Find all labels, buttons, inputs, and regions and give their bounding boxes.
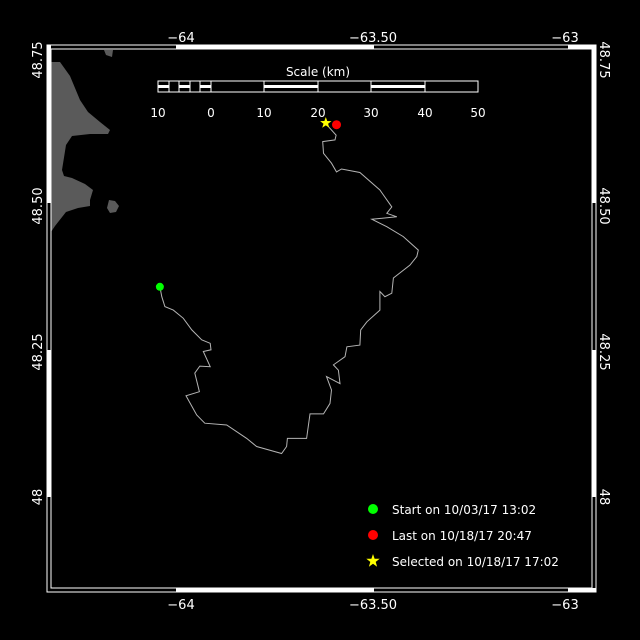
frame-bar-left	[47, 350, 51, 497]
coastline-land	[51, 62, 110, 232]
scale-label: 40	[417, 106, 432, 120]
scale-bar-title: Scale (km)	[286, 65, 350, 79]
lon-labels-bottom: −64 −63.50 −63	[167, 598, 578, 613]
yellow-star-icon	[366, 554, 380, 567]
scale-bar-stripe	[158, 85, 169, 88]
lon-label: −63	[551, 31, 578, 46]
scale-label: 0	[207, 106, 215, 120]
lon-label: −63.50	[349, 598, 397, 613]
land-islet	[104, 50, 113, 57]
scale-label: 10	[150, 106, 165, 120]
scale-bar-stripe	[200, 85, 211, 88]
scale-label: 30	[363, 106, 378, 120]
island	[107, 200, 119, 213]
last-marker[interactable]	[332, 120, 342, 130]
frame-bar-bottom	[176, 588, 374, 592]
frame-bar-bottom	[568, 588, 596, 592]
land	[51, 50, 119, 232]
legend-last-label: Last on 10/18/17 20:47	[392, 529, 532, 543]
legend-start-label: Start on 10/03/17 13:02	[392, 503, 536, 517]
scale-bar: Scale (km) 10 0 10 20 30 40 50	[150, 65, 485, 120]
lat-label: 48.50	[31, 187, 46, 224]
map-canvas[interactable]: −64 −63.50 −63 −64 −63.50 −63 48.75 48.5…	[0, 0, 640, 640]
scale-bar-stripe	[371, 85, 425, 88]
frame-bar-left	[47, 45, 51, 203]
lat-label: 48.75	[596, 41, 611, 78]
lon-label: −63	[551, 598, 578, 613]
lat-labels-left: 48.75 48.50 48.25 48	[31, 41, 46, 505]
lon-label: −63.50	[349, 31, 397, 46]
lon-labels-top: −64 −63.50 −63	[167, 31, 578, 46]
start-marker[interactable]	[155, 282, 164, 291]
lon-label: −64	[167, 598, 194, 613]
lat-label: 48	[31, 489, 46, 506]
scale-bar-stripe	[179, 85, 190, 88]
scale-label: 50	[470, 106, 485, 120]
green-circle-icon	[368, 504, 378, 514]
legend: Start on 10/03/17 13:02 Last on 10/18/17…	[366, 503, 559, 569]
red-circle-icon	[368, 530, 378, 540]
lat-label: 48.50	[596, 187, 611, 224]
scale-label: 10	[256, 106, 271, 120]
legend-selected-label: Selected on 10/18/17 17:02	[392, 555, 559, 569]
scale-bar-stripe	[264, 85, 318, 88]
frame-bar-right	[592, 350, 596, 497]
drifter-track	[159, 123, 419, 455]
lat-label: 48.75	[31, 41, 46, 78]
lon-label: −64	[167, 31, 194, 46]
frame-bar-right	[592, 45, 596, 203]
lat-labels-right: 48.75 48.50 48.25 48	[596, 41, 611, 505]
scale-label: 20	[310, 106, 325, 120]
lat-label: 48.25	[596, 333, 611, 370]
lat-label: 48	[596, 489, 611, 506]
lat-label: 48.25	[31, 333, 46, 370]
frame-bar-top	[176, 45, 374, 49]
